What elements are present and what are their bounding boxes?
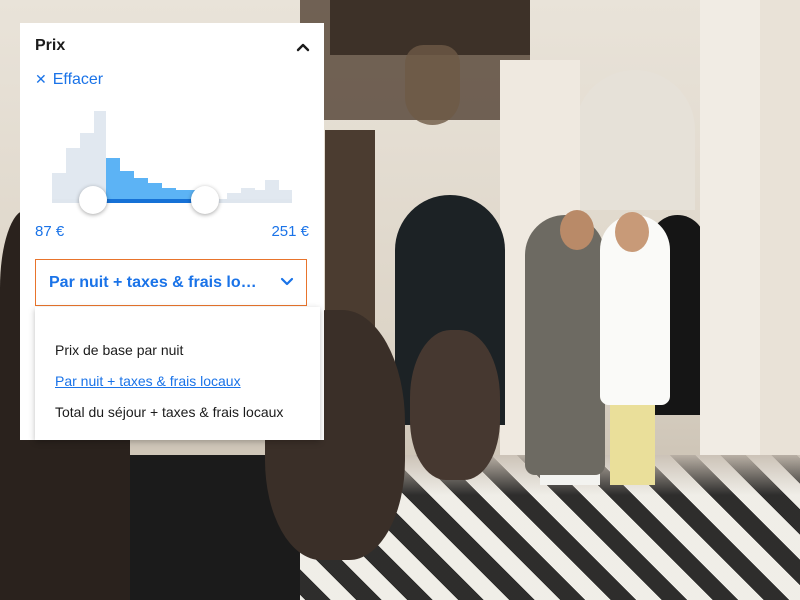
panel-title: Prix [35, 37, 66, 54]
menu-item-per-night-taxes[interactable]: Par nuit + taxes & frais locaux [55, 373, 241, 389]
man-figure [525, 215, 605, 475]
woman-trousers [610, 400, 655, 485]
chevron-up-icon[interactable] [293, 37, 313, 57]
slider-selected-range [93, 199, 205, 203]
min-price-label: 87 € [35, 223, 65, 240]
man-head [560, 210, 594, 250]
menu-item-total-stay[interactable]: Total du séjour + taxes & frais locaux [55, 404, 283, 420]
chevron-down-icon [280, 277, 294, 286]
pillar [700, 0, 760, 480]
lantern [405, 45, 460, 125]
max-price-label: 251 € [271, 223, 309, 240]
price-mode-menu: Prix de base par nuit Par nuit + taxes &… [35, 307, 320, 440]
large-urn [410, 330, 500, 480]
max-price-handle[interactable] [191, 186, 219, 214]
pillar [760, 0, 800, 500]
archway-upper [575, 70, 695, 210]
histogram-bar [66, 148, 80, 203]
histogram-bars-selected [106, 158, 204, 203]
close-icon: ✕ [35, 71, 47, 87]
histogram-bar [106, 158, 120, 203]
clear-filter-link[interactable]: ✕ Effacer [35, 71, 103, 89]
panel-header: Prix [35, 37, 313, 57]
woman-head [615, 212, 649, 252]
price-mode-select[interactable]: Par nuit + taxes & frais lo… [35, 259, 307, 306]
clear-label: Effacer [52, 71, 104, 88]
selected-price-mode: Par nuit + taxes & frais lo… [49, 274, 257, 291]
min-price-handle[interactable] [79, 186, 107, 214]
menu-item-base-price[interactable]: Prix de base par nuit [55, 342, 183, 358]
